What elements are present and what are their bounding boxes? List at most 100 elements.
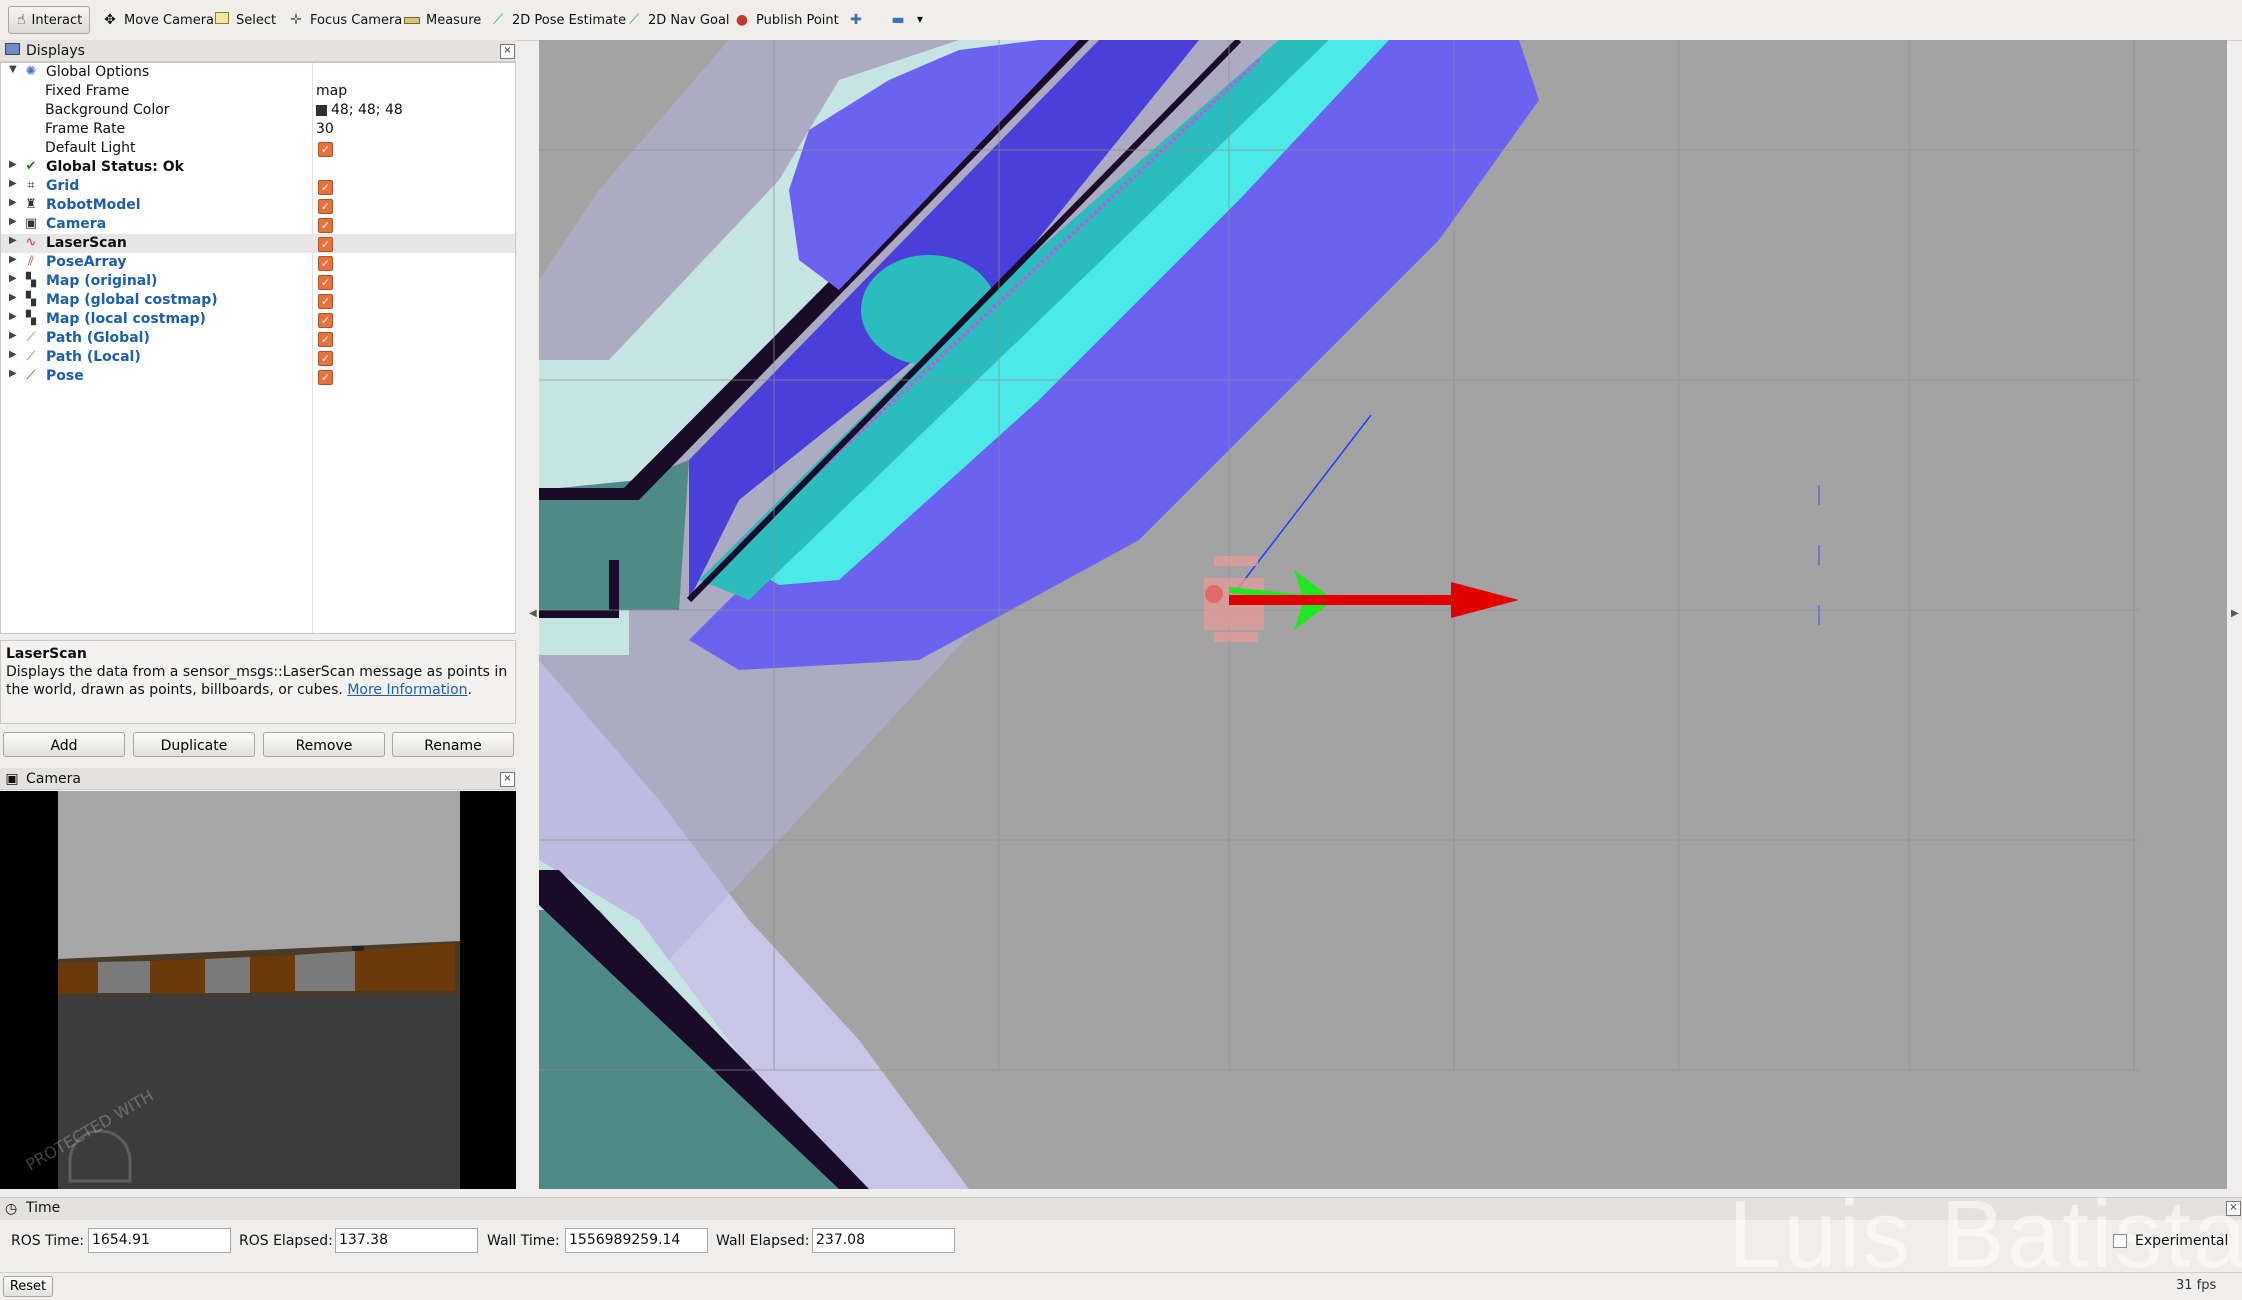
expand-arrow-icon[interactable]: ▶ (9, 311, 17, 322)
remove-tool-dropdown[interactable]: ▬ ▼ (882, 6, 936, 34)
green-arrow-icon: ⟋ (493, 12, 503, 28)
nav-goal-tool-button[interactable]: ⟋ 2D Nav Goal (618, 6, 738, 34)
camera-image: PROTECTED WITH (0, 791, 516, 1189)
wall-elapsed-label: Wall Elapsed: (716, 1233, 810, 1249)
collapse-left-arrow-icon[interactable]: ◀ (529, 608, 537, 619)
wall-elapsed-field[interactable]: 237.08 (812, 1228, 955, 1253)
displays-panel-header: Displays (0, 40, 516, 62)
more-information-link[interactable]: More Information (347, 682, 467, 698)
add-tool-button[interactable]: ✚ (840, 6, 872, 34)
move-camera-icon: ✥ (104, 12, 116, 28)
robot-icon: ♜ (25, 197, 37, 212)
pose-checkbox[interactable]: ✓ (318, 370, 333, 385)
duplicate-display-button[interactable]: Duplicate (133, 732, 255, 757)
frame-rate-value[interactable]: 30 (316, 120, 334, 139)
robotmodel-checkbox[interactable]: ✓ (318, 199, 333, 214)
display-description: LaserScan Displays the data from a senso… (0, 640, 516, 724)
tree-row-grid[interactable]: ▶ ⌗ Grid ✓ (1, 177, 515, 196)
tree-row-fixed-frame[interactable]: Fixed Frame map (1, 82, 515, 101)
expand-arrow-icon[interactable]: ▶ (9, 216, 17, 227)
close-icon[interactable]: × (500, 772, 515, 787)
time-readout-row: ROS Time: 1654.91 ROS Elapsed: 137.38 Wa… (0, 1222, 2242, 1262)
expand-arrow-icon[interactable]: ▶ (9, 292, 17, 303)
expand-arrow-icon[interactable]: ▶ (9, 273, 17, 284)
tree-row-background-color[interactable]: Background Color 48; 48; 48 (1, 101, 515, 120)
interact-tool-button[interactable]: ☝ Interact (8, 6, 90, 34)
publish-point-tool-button[interactable]: ● Publish Point (726, 6, 847, 34)
displays-tree: ▼ ✺ Global Options Fixed Frame map Backg… (0, 62, 516, 634)
rename-display-button[interactable]: Rename (392, 732, 514, 757)
clock-icon: ◷ (5, 1201, 18, 1217)
grid-checkbox[interactable]: ✓ (318, 180, 333, 195)
move-camera-tool-button[interactable]: ✥ Move Camera (94, 6, 222, 34)
select-tool-button[interactable]: Select (206, 6, 284, 34)
expand-arrow-icon[interactable]: ▶ (9, 159, 17, 170)
tree-row-map-global-costmap[interactable]: ▶ ▚ Map (global costmap) ✓ (1, 291, 515, 310)
expand-arrow-icon[interactable]: ▶ (9, 368, 17, 379)
focus-camera-tool-button[interactable]: ✛ Focus Camera (280, 6, 410, 34)
tree-row-default-light[interactable]: Default Light ✓ (1, 139, 515, 158)
tree-row-map-local-costmap[interactable]: ▶ ▚ Map (local costmap) ✓ (1, 310, 515, 329)
map-visualization (539, 40, 2227, 1189)
remove-display-button[interactable]: Remove (263, 732, 385, 757)
expand-arrow-icon[interactable]: ▶ (9, 330, 17, 341)
map-local-costmap-checkbox[interactable]: ✓ (318, 313, 333, 328)
3d-render-view[interactable] (539, 40, 2227, 1189)
tree-row-map-original[interactable]: ▶ ▚ Map (original) ✓ (1, 272, 515, 291)
add-display-button[interactable]: Add (3, 732, 125, 757)
map-original-checkbox[interactable]: ✓ (318, 275, 333, 290)
toolbar: ☝ Interact ✥ Move Camera Select ✛ Focus … (0, 0, 2242, 41)
hand-pointer-icon: ☝ (17, 12, 26, 28)
pose-estimate-tool-button[interactable]: ⟋ 2D Pose Estimate (482, 6, 634, 34)
map-global-costmap-checkbox[interactable]: ✓ (318, 294, 333, 309)
plus-icon: ✚ (850, 12, 862, 28)
wall-time-field[interactable]: 1556989259.14 (565, 1228, 708, 1253)
expand-arrow-icon[interactable]: ▶ (9, 235, 17, 246)
reset-button[interactable]: Reset (3, 1276, 53, 1297)
posearray-checkbox[interactable]: ✓ (318, 256, 333, 271)
expand-arrow-icon[interactable]: ▶ (9, 349, 17, 360)
minus-icon: ▬ (891, 12, 905, 28)
expand-arrow-icon[interactable]: ▶ (9, 197, 17, 208)
close-icon[interactable]: × (500, 44, 515, 59)
tree-row-camera[interactable]: ▶ ▣ Camera ✓ (1, 215, 515, 234)
ros-elapsed-field[interactable]: 137.38 (335, 1228, 478, 1253)
default-light-checkbox[interactable]: ✓ (318, 142, 333, 157)
tree-row-laserscan[interactable]: ▶ ∿ LaserScan ✓ (1, 234, 515, 253)
path-icon: ⟋ (26, 330, 36, 345)
ruler-icon (404, 12, 420, 28)
laserscan-checkbox[interactable]: ✓ (318, 237, 333, 252)
ros-time-label: ROS Time: (11, 1233, 85, 1249)
ros-elapsed-label: ROS Elapsed: (239, 1233, 333, 1249)
color-swatch (316, 104, 327, 116)
expand-arrow-icon[interactable]: ▶ (9, 178, 17, 189)
description-body: Displays the data from a sensor_msgs::La… (6, 664, 508, 698)
map-icon: ▚ (26, 311, 36, 326)
measure-tool-button[interactable]: Measure (396, 6, 489, 34)
tree-row-posearray[interactable]: ▶ ⫽ PoseArray ✓ (1, 253, 515, 272)
tree-row-robotmodel[interactable]: ▶ ♜ RobotModel ✓ (1, 196, 515, 215)
tree-row-path-global[interactable]: ▶ ⟋ Path (Global) ✓ (1, 329, 515, 348)
path-global-checkbox[interactable]: ✓ (318, 332, 333, 347)
expand-arrow-icon[interactable]: ▼ (9, 64, 17, 75)
map-icon: ▚ (26, 292, 36, 307)
tree-row-global-options[interactable]: ▼ ✺ Global Options (1, 63, 515, 82)
camera-feed: PROTECTED WITH (23, 791, 460, 1189)
tree-row-global-status[interactable]: ▶ ✔ Global Status: Ok (1, 158, 515, 177)
camera-checkbox[interactable]: ✓ (318, 218, 333, 233)
collapse-right-arrow-icon[interactable]: ▶ (2231, 608, 2239, 619)
ros-time-field[interactable]: 1654.91 (88, 1228, 231, 1253)
background-color-value[interactable]: 48; 48; 48 (316, 101, 403, 120)
expand-arrow-icon[interactable]: ▶ (9, 254, 17, 265)
tree-row-path-local[interactable]: ▶ ⟋ Path (Local) ✓ (1, 348, 515, 367)
gear-icon: ✺ (25, 64, 37, 79)
wall-time-label: Wall Time: (487, 1233, 560, 1249)
select-box-icon (214, 12, 230, 28)
tree-row-frame-rate[interactable]: Frame Rate 30 (1, 120, 515, 139)
grid-icon: ⌗ (27, 178, 35, 193)
tree-row-pose[interactable]: ▶ ⟋ Pose ✓ (1, 367, 515, 386)
fixed-frame-value[interactable]: map (316, 82, 347, 101)
path-local-checkbox[interactable]: ✓ (318, 351, 333, 366)
experimental-label: Experimental (2135, 1233, 2229, 1249)
experimental-checkbox[interactable] (2113, 1234, 2127, 1248)
